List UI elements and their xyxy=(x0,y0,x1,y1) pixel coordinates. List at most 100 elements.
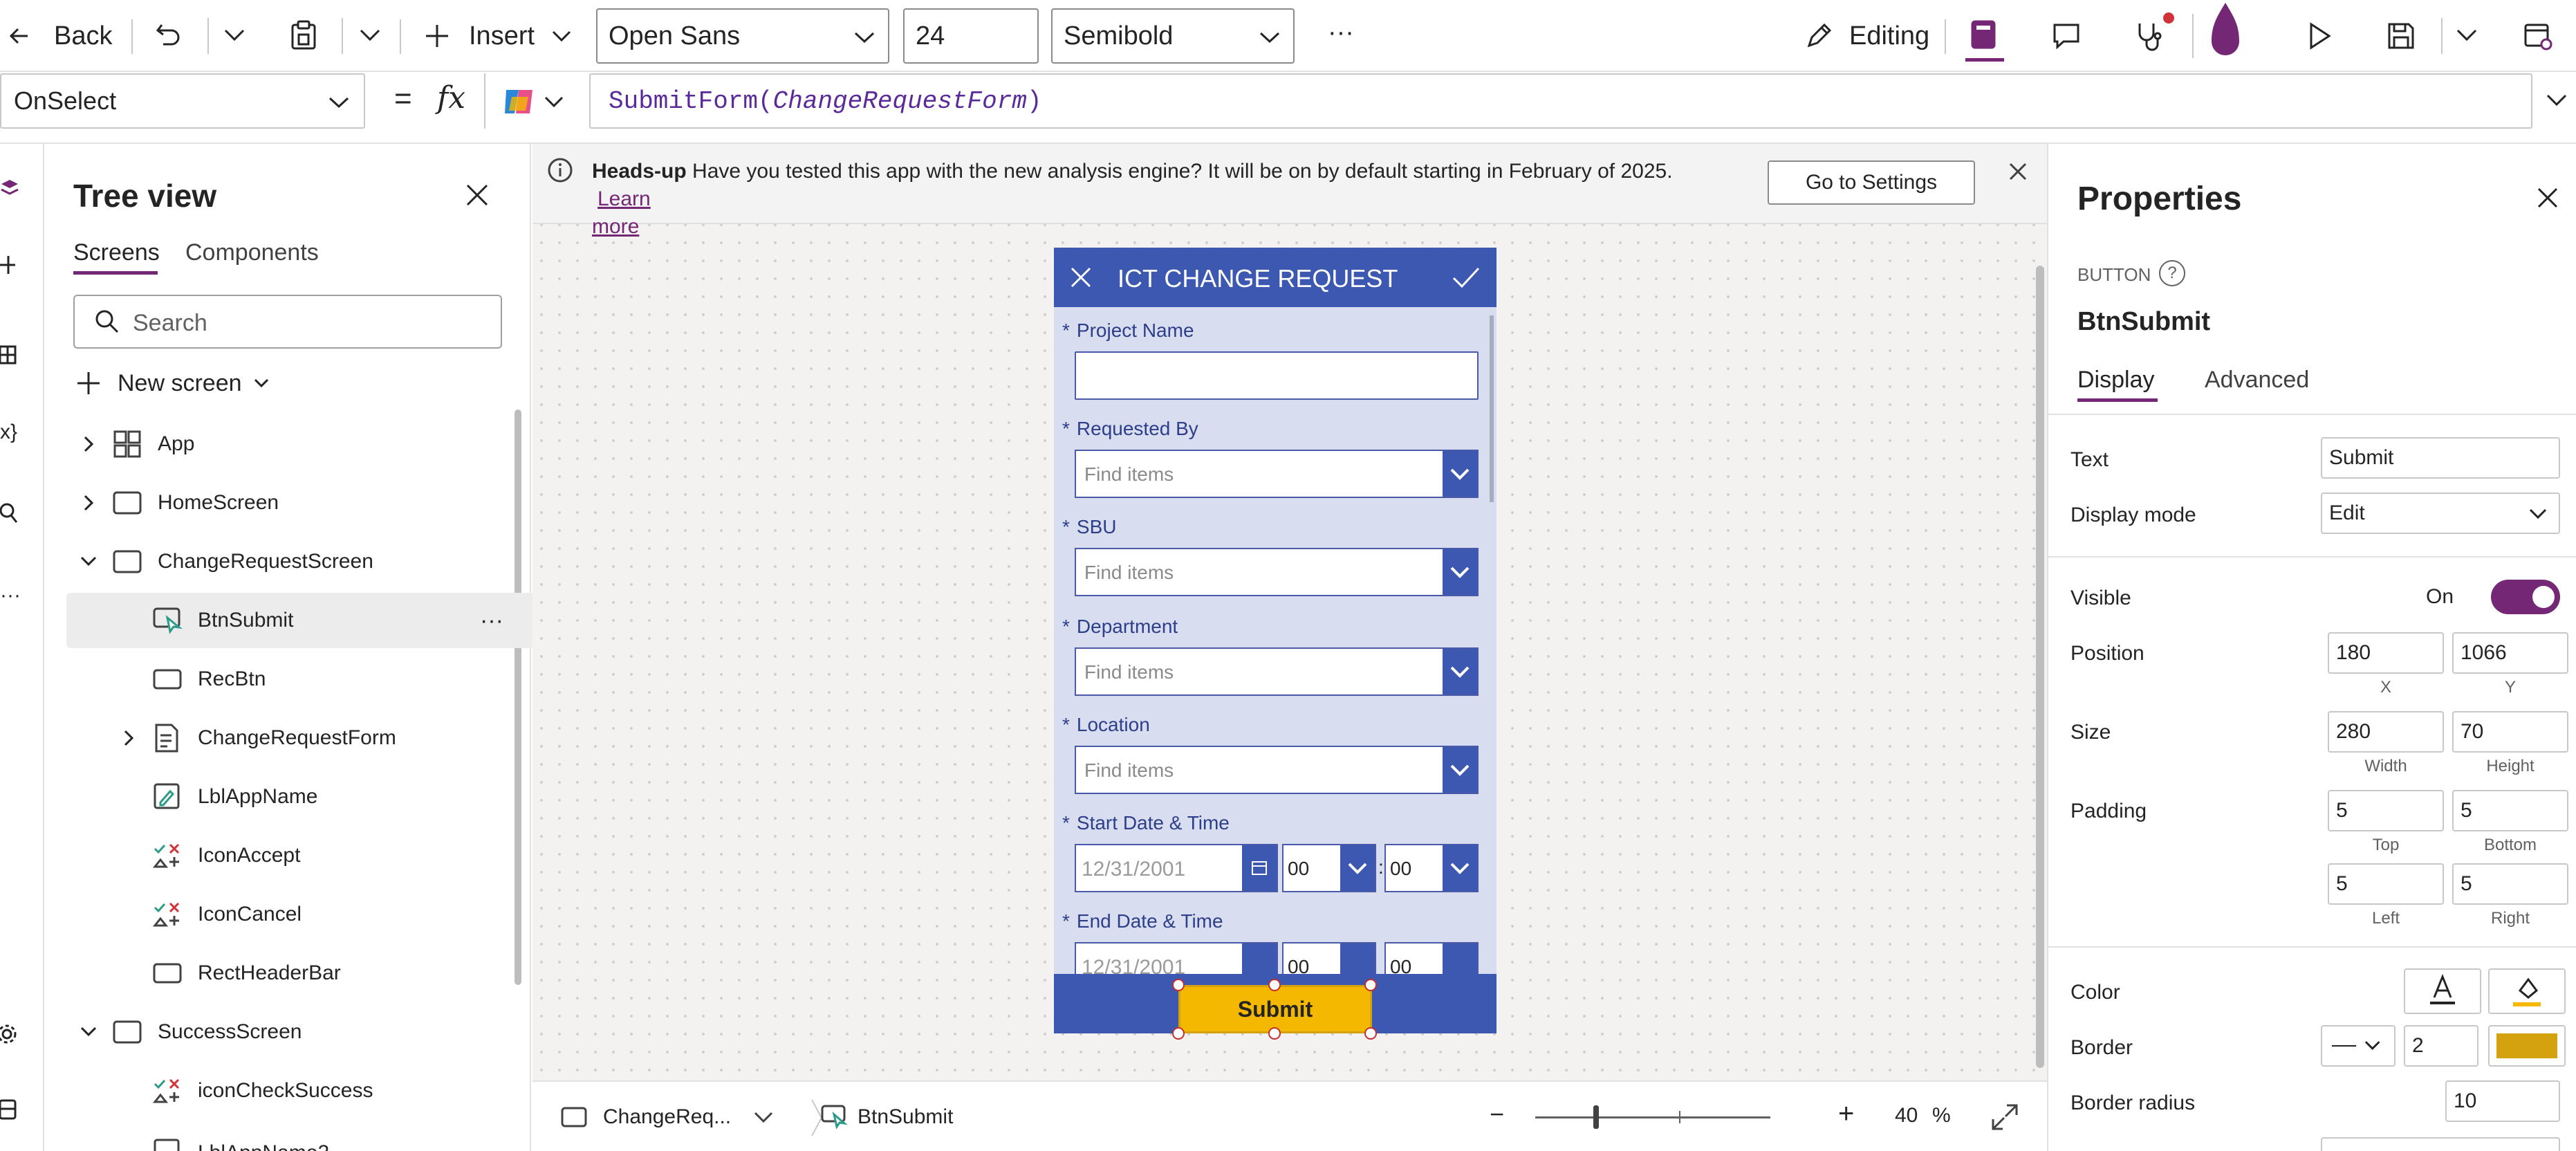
department-combobox[interactable]: Find items xyxy=(1075,647,1479,696)
tab-components[interactable]: Components xyxy=(185,239,319,266)
font-weight-dropdown[interactable]: Semibold xyxy=(1051,8,1295,64)
app-settings-icon[interactable] xyxy=(2523,21,2553,51)
zoom-value[interactable]: 40 xyxy=(1895,1104,1918,1127)
position-x-input[interactable]: 180 xyxy=(2328,632,2444,674)
combo-expand-button[interactable] xyxy=(1443,649,1477,694)
back-button[interactable]: Back xyxy=(7,15,112,57)
more-options-button[interactable]: ··· xyxy=(1328,18,1354,48)
display-mode-dropdown[interactable]: Edit xyxy=(2321,492,2560,534)
tab-display[interactable]: Display xyxy=(2077,367,2154,394)
border-color-picker[interactable] xyxy=(2488,1025,2566,1067)
app-preview-screen[interactable]: ICT CHANGE REQUEST * Project Name * Reques… xyxy=(1054,248,1497,1033)
zoom-slider-thumb[interactable] xyxy=(1593,1105,1599,1129)
text-prop-input[interactable]: Submit xyxy=(2321,437,2560,479)
copilot-button[interactable] xyxy=(501,86,564,118)
font-size-input[interactable]: 24 xyxy=(903,8,1039,64)
learn-more-link-cont[interactable]: more xyxy=(592,215,639,238)
requested-by-combobox[interactable]: Find items xyxy=(1075,450,1479,498)
resize-handle[interactable] xyxy=(1268,1027,1281,1040)
save-chevron-down-icon[interactable] xyxy=(2455,28,2478,43)
width-input[interactable]: 280 xyxy=(2328,711,2444,753)
padding-bottom-input[interactable]: 5 xyxy=(2452,790,2568,831)
start-hour-dropdown[interactable]: 00 xyxy=(1282,844,1376,892)
more-rail-icon[interactable]: ··· xyxy=(0,584,21,607)
tree-item-changerequestform[interactable]: ChangeRequestForm xyxy=(66,710,534,766)
publish-icon[interactable] xyxy=(2196,0,2254,72)
formula-input[interactable]: SubmitForm(ChangeRequestForm) xyxy=(589,73,2532,129)
close-icon[interactable] xyxy=(2007,160,2029,183)
resize-handle[interactable] xyxy=(1172,1027,1185,1040)
property-dropdown[interactable]: OnSelect xyxy=(0,73,365,129)
sbu-combobox[interactable]: Find items xyxy=(1075,548,1479,596)
tree-item-rectheaderbar[interactable]: RectHeaderBar xyxy=(66,946,534,1001)
settings-gear-icon[interactable] xyxy=(0,1022,19,1046)
tab-screens[interactable]: Screens xyxy=(73,239,160,266)
more-options-icon[interactable]: ··· xyxy=(480,607,503,634)
resize-handle[interactable] xyxy=(1268,979,1281,991)
fill-color-picker[interactable] xyxy=(2488,968,2566,1014)
tree-item-lblappname[interactable]: LblAppName xyxy=(66,769,534,825)
layers-icon[interactable] xyxy=(0,177,21,198)
data-icon[interactable] xyxy=(0,344,17,365)
editing-button[interactable]: Editing xyxy=(1804,15,1929,57)
paste-icon[interactable] xyxy=(289,19,318,51)
start-minute-dropdown[interactable]: 00 xyxy=(1384,844,1479,892)
tree-item-btnsubmit[interactable]: BtnSubmit ··· xyxy=(66,593,534,648)
submit-button[interactable]: Submit xyxy=(1178,985,1372,1033)
close-icon[interactable] xyxy=(463,181,491,209)
tree-item-homescreen[interactable]: HomeScreen xyxy=(66,475,534,531)
go-to-settings-button[interactable]: Go to Settings xyxy=(1768,160,1975,205)
fit-to-window-icon[interactable] xyxy=(1990,1103,2019,1132)
font-family-dropdown[interactable]: Open Sans xyxy=(596,8,889,64)
border-radius-input[interactable]: 10 xyxy=(2445,1080,2560,1122)
border-style-dropdown[interactable] xyxy=(2321,1025,2396,1067)
tree-item-app[interactable]: App xyxy=(66,416,534,472)
resize-handle[interactable] xyxy=(1364,979,1377,991)
undo-chevron-down-icon[interactable] xyxy=(223,28,246,43)
zoom-in-button[interactable]: + xyxy=(1838,1098,1854,1130)
tree-item-iconcancel[interactable]: IconCancel xyxy=(66,887,534,942)
paste-chevron-down-icon[interactable] xyxy=(358,28,382,43)
stethoscope-icon[interactable] xyxy=(2134,21,2165,53)
tree-item-recbtn[interactable]: RecBtn xyxy=(66,652,534,707)
combo-expand-button[interactable] xyxy=(1443,451,1477,497)
project-name-input[interactable] xyxy=(1075,351,1479,400)
visible-toggle[interactable] xyxy=(2491,580,2560,614)
combo-expand-button[interactable] xyxy=(1443,549,1477,595)
insert-rail-icon[interactable] xyxy=(0,255,17,275)
screen-selector[interactable]: ChangeReq... xyxy=(560,1101,774,1133)
accept-icon[interactable] xyxy=(1451,266,1481,289)
save-icon[interactable] xyxy=(2386,21,2416,51)
expand-formula-chevron-icon[interactable] xyxy=(2545,93,2568,108)
search-rail-icon[interactable] xyxy=(0,502,18,524)
comments-icon[interactable] xyxy=(2051,21,2082,51)
undo-icon[interactable] xyxy=(154,21,184,51)
cancel-icon[interactable] xyxy=(1069,266,1093,289)
next-property-input[interactable] xyxy=(2321,1137,2560,1151)
tree-item-lblappname2[interactable]: LblAppName2 xyxy=(66,1122,534,1151)
insert-button[interactable]: Insert xyxy=(423,15,572,57)
padding-right-input[interactable]: 5 xyxy=(2452,863,2568,905)
padding-left-input[interactable]: 5 xyxy=(2328,863,2444,905)
new-screen-button[interactable]: New screen xyxy=(76,362,270,404)
padding-top-input[interactable]: 5 xyxy=(2328,790,2444,831)
start-date-picker[interactable]: 12/31/2001 xyxy=(1075,844,1278,892)
versions-icon[interactable] xyxy=(0,1098,18,1122)
help-icon[interactable]: ? xyxy=(2159,260,2185,286)
resize-handle[interactable] xyxy=(1364,1027,1377,1040)
resize-handle[interactable] xyxy=(1172,979,1185,991)
tree-item-successscreen[interactable]: SuccessScreen xyxy=(66,1004,534,1060)
tab-advanced[interactable]: Advanced xyxy=(2205,367,2309,394)
tree-item-iconchecksuccess[interactable]: iconCheckSuccess xyxy=(66,1063,534,1118)
position-y-input[interactable]: 1066 xyxy=(2452,632,2568,674)
search-input[interactable]: Search xyxy=(73,295,502,349)
control-breadcrumb[interactable]: BtnSubmit xyxy=(820,1101,953,1133)
tree-item-changerequestscreen[interactable]: ChangeRequestScreen xyxy=(66,534,534,589)
location-combobox[interactable]: Find items xyxy=(1075,746,1479,794)
text-color-picker[interactable] xyxy=(2404,968,2481,1014)
border-width-input[interactable]: 2 xyxy=(2404,1025,2478,1067)
calendar-icon[interactable] xyxy=(1242,845,1277,891)
combo-expand-button[interactable] xyxy=(1443,747,1477,793)
variables-icon[interactable]: x} xyxy=(0,421,17,444)
height-input[interactable]: 70 xyxy=(2452,711,2568,753)
